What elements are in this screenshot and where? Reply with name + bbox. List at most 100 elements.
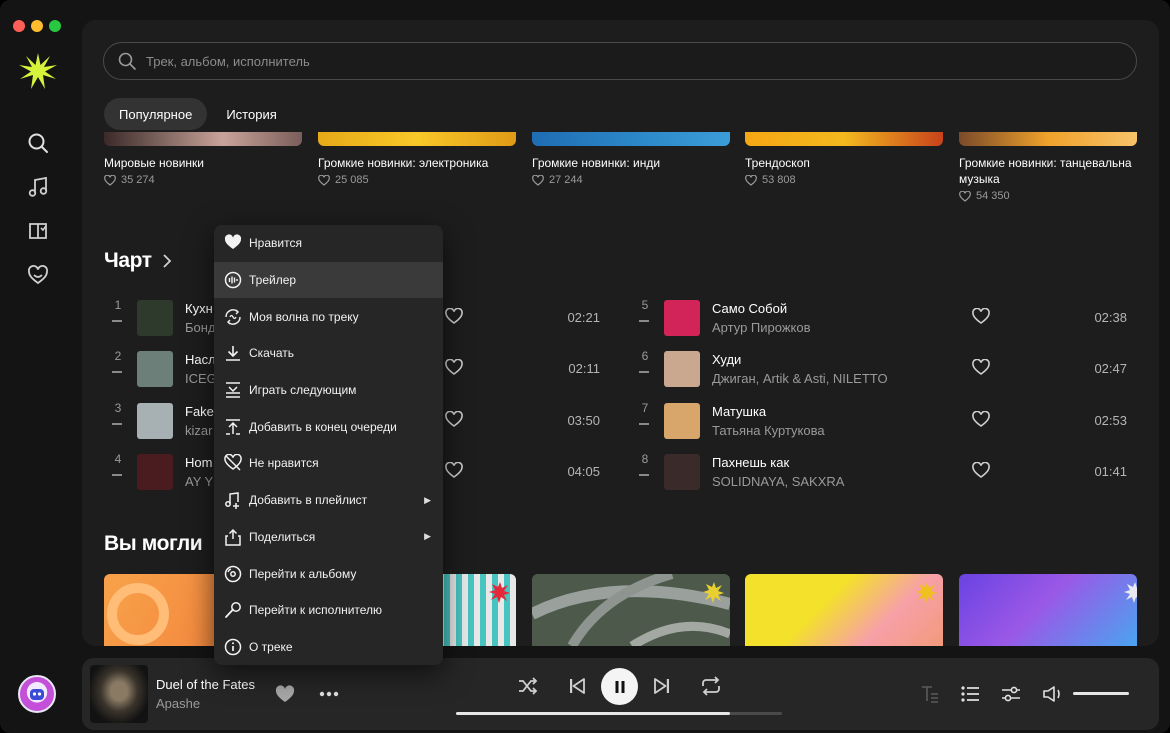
volume-button[interactable] xyxy=(1041,684,1063,704)
track-cover[interactable] xyxy=(664,300,700,336)
menu-item-queue-end[interactable]: Добавить в конец очереди xyxy=(214,408,443,445)
track-cover[interactable] xyxy=(137,453,173,490)
menu-item-info[interactable]: О треке xyxy=(214,629,443,666)
more-button[interactable] xyxy=(318,686,340,702)
volume-slider[interactable] xyxy=(1073,692,1129,695)
section-title: Чарт xyxy=(104,249,152,272)
now-playing-title[interactable]: Duel of the Fates xyxy=(156,677,255,692)
tab-popular[interactable]: Популярное xyxy=(104,98,208,130)
sidebar-item-search[interactable] xyxy=(24,129,52,157)
menu-item-play-next[interactable]: Играть следующим xyxy=(214,372,443,409)
playlist-cover[interactable] xyxy=(104,132,302,146)
track-title[interactable]: Кухн xyxy=(185,301,213,316)
menu-item-dislike[interactable]: Не нравится xyxy=(214,445,443,482)
menu-item-wave[interactable]: Моя волна по треку xyxy=(214,298,443,335)
track-artist[interactable]: kizar xyxy=(185,423,212,438)
heart-outline-icon xyxy=(745,174,757,186)
track-cover[interactable] xyxy=(137,300,173,336)
track-like-button[interactable] xyxy=(972,307,992,328)
pause-button[interactable] xyxy=(601,668,638,705)
track-title[interactable]: Само Собой xyxy=(712,301,787,316)
recommendation-tile[interactable] xyxy=(745,574,943,646)
table-row[interactable]: 7 Матушка Татьяна Куртукова 02:53 xyxy=(637,401,1127,441)
track-artist[interactable]: Татьяна Куртукова xyxy=(712,423,825,438)
playlist-cover[interactable] xyxy=(318,132,516,146)
tab-history[interactable]: История xyxy=(211,98,291,130)
playlist-card[interactable]: Громкие новинки: инди 27 244 xyxy=(532,132,730,186)
menu-item-album[interactable]: Перейти к альбому xyxy=(214,555,443,592)
logo-icon[interactable] xyxy=(18,52,58,90)
recommendation-tile[interactable] xyxy=(532,574,730,646)
heart-outline-icon xyxy=(959,190,971,202)
avatar-robot-icon xyxy=(30,689,44,700)
track-like-button[interactable] xyxy=(445,358,465,379)
track-like-button[interactable] xyxy=(972,358,992,379)
next-button[interactable] xyxy=(652,676,672,696)
trailer-icon xyxy=(224,271,242,289)
search-input[interactable] xyxy=(146,53,1046,69)
chart-header[interactable]: Чарт xyxy=(104,249,172,273)
heart-outline-icon xyxy=(445,461,463,478)
track-title[interactable]: Худи xyxy=(712,352,741,367)
avatar[interactable] xyxy=(18,675,56,713)
playlist-cover[interactable] xyxy=(959,132,1137,146)
track-cover[interactable] xyxy=(137,351,173,388)
shuffle-button[interactable] xyxy=(517,675,539,697)
track-cover[interactable] xyxy=(137,402,173,439)
track-artist[interactable]: Джиган, Artik & Asti, NILETTO xyxy=(712,371,888,386)
rank-change-indicator xyxy=(112,473,122,476)
track-like-button[interactable] xyxy=(972,461,992,482)
sidebar-item-favorites[interactable] xyxy=(24,261,52,289)
playlist-likes: 35 274 xyxy=(104,174,302,186)
track-title[interactable]: Fake xyxy=(185,404,214,419)
track-artist[interactable]: SOLIDNAYA, SAKXRA xyxy=(712,474,844,489)
menu-item-trailer[interactable]: Трейлер xyxy=(214,261,443,299)
queue-button[interactable] xyxy=(959,684,981,704)
playlist-cover[interactable] xyxy=(745,132,943,146)
track-like-button[interactable] xyxy=(972,410,992,431)
album-icon xyxy=(224,565,242,583)
previous-button[interactable] xyxy=(567,676,587,696)
track-cover[interactable] xyxy=(664,351,700,388)
menu-item-label: Добавить в конец очереди xyxy=(249,419,397,434)
now-playing-artist[interactable]: Apashe xyxy=(156,696,200,711)
menu-item-artist[interactable]: Перейти к исполнителю xyxy=(214,592,443,629)
recommendation-tile[interactable] xyxy=(959,574,1137,646)
sidebar-item-library[interactable] xyxy=(24,217,52,245)
search-bar[interactable] xyxy=(103,42,1137,80)
track-artist[interactable]: ICEG xyxy=(185,371,217,386)
track-like-button[interactable] xyxy=(445,410,465,431)
rank-change-indicator xyxy=(639,320,649,322)
track-like-button[interactable] xyxy=(445,307,465,328)
now-playing-cover[interactable] xyxy=(90,665,148,723)
menu-item-heart-filled[interactable]: Нравится xyxy=(214,225,443,262)
playlist-card[interactable]: Громкие новинки: электроника 25 085 xyxy=(318,132,516,186)
playlist-card[interactable]: Мировые новинки 35 274 xyxy=(104,132,302,186)
table-row[interactable]: 6 Худи Джиган, Artik & Asti, NILETTO 02:47 xyxy=(637,349,1127,389)
playlist-likes: 25 085 xyxy=(318,174,516,186)
track-title[interactable]: Пахнешь как xyxy=(712,455,789,470)
sidebar-item-music[interactable] xyxy=(24,173,52,201)
table-row[interactable]: 8 Пахнешь как SOLIDNAYA, SAKXRA 01:41 xyxy=(637,452,1127,492)
track-title[interactable]: Hom xyxy=(185,455,212,470)
menu-item-share[interactable]: Поделиться ▶ xyxy=(214,519,443,556)
track-artist[interactable]: Бонд xyxy=(185,320,216,335)
track-artist[interactable]: Артур Пирожков xyxy=(712,320,811,335)
lyrics-button[interactable] xyxy=(919,684,941,704)
menu-item-download[interactable]: Скачать xyxy=(214,335,443,372)
track-title[interactable]: Насл xyxy=(185,352,216,367)
track-rank: 5 xyxy=(641,298,649,312)
track-cover[interactable] xyxy=(664,453,700,490)
like-button[interactable] xyxy=(274,684,296,704)
playlist-card[interactable]: Трендоскоп 53 808 xyxy=(745,132,943,186)
table-row[interactable]: 5 Само Собой Артур Пирожков 02:38 xyxy=(637,298,1127,338)
equalizer-button[interactable] xyxy=(1000,684,1022,704)
repeat-button[interactable] xyxy=(700,675,722,697)
track-cover[interactable] xyxy=(664,402,700,439)
playlist-card[interactable]: Громкие новинки: танцевальна музыка 54 3… xyxy=(959,132,1137,202)
progress-bar[interactable] xyxy=(456,712,782,715)
menu-item-add-playlist[interactable]: Добавить в плейлист ▶ xyxy=(214,482,443,519)
track-title[interactable]: Матушка xyxy=(712,404,766,419)
playlist-cover[interactable] xyxy=(532,132,730,146)
track-like-button[interactable] xyxy=(445,461,465,482)
